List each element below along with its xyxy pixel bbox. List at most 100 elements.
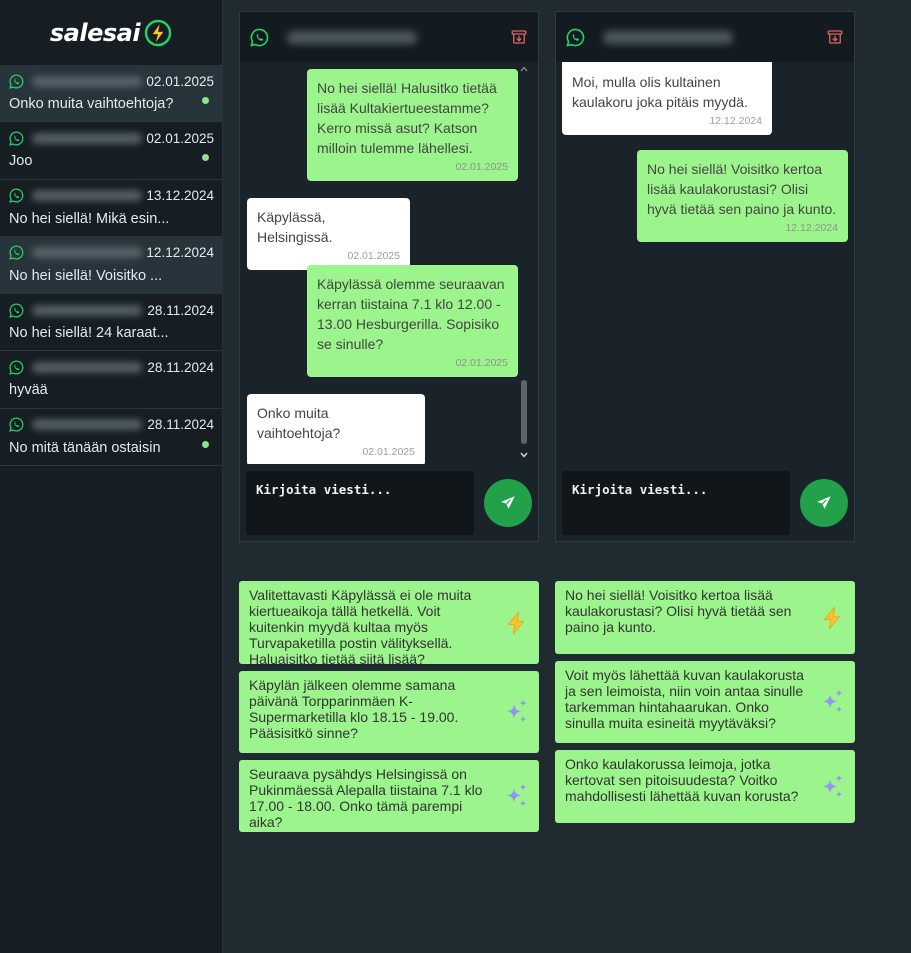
message-bubble: Onko muita vaihtoehtoja? 02.01.2025: [247, 394, 425, 464]
message-time: 02.01.2025: [347, 250, 400, 262]
sparkles-icon: [503, 698, 529, 726]
message-text: No hei siellä! Voisitko kertoa lisää kau…: [647, 161, 837, 217]
conversation-list: 02.01.2025 Onko muita vaihtoehtoja? 02.01.…: [0, 65, 222, 467]
whatsapp-icon: [9, 303, 24, 318]
lightning-icon: [819, 604, 845, 632]
conversation-item[interactable]: 13.12.2024 No hei siellä! Mikä esin...: [0, 180, 222, 237]
send-icon: [499, 494, 517, 512]
conversation-date: 02.01.2025: [146, 130, 214, 146]
suggestion-text: Valitettavasti Käpylässä ei ole muita ki…: [249, 587, 472, 667]
conversation-date: 28.11.2024: [147, 302, 214, 318]
suggestion-text: Voit myös lähettää kuvan kaulakorusta ja…: [565, 667, 804, 731]
contact-name-redacted: [32, 132, 142, 144]
conversation-header: 28.11.2024: [9, 415, 214, 435]
conversation-preview: hyvää: [9, 382, 48, 399]
contact-name-redacted: [287, 30, 417, 44]
conversation-date: 13.12.2024: [146, 188, 214, 204]
conversation-date: 28.11.2024: [147, 417, 214, 433]
conversation-item[interactable]: 28.11.2024 No hei siellä! 24 karaat...: [0, 294, 222, 352]
chat-header: [240, 12, 538, 62]
suggestion-text: Onko kaulakorussa leimoja, jotka kertova…: [565, 756, 799, 804]
send-button[interactable]: [800, 479, 848, 527]
whatsapp-icon: [566, 28, 585, 47]
conversation-header: 28.11.2024: [9, 357, 214, 377]
message-list[interactable]: No hei siellä! Halusitko tietää lisää Ku…: [240, 62, 538, 464]
message-input[interactable]: Kirjoita viesti...: [562, 471, 790, 535]
conversation-header: 02.01.2025: [9, 128, 214, 148]
message-time: 02.01.2025: [455, 357, 508, 369]
message-bubble: Käpylässä olemme seuraavan kerran tiista…: [307, 265, 518, 377]
conversation-preview: Onko muita vaihtoehtoja?: [9, 96, 174, 112]
whatsapp-icon: [9, 188, 24, 203]
message-list[interactable]: Moi, mulla olis kultainen kaulakoru joka…: [556, 62, 854, 464]
whatsapp-icon: [9, 360, 24, 375]
ai-suggestion[interactable]: Voit myös lähettää kuvan kaulakorusta ja…: [555, 661, 855, 743]
message-text: No hei siellä! Halusitko tietää lisää Ku…: [317, 80, 497, 156]
chat-scrollbar[interactable]: [520, 66, 528, 458]
conversation-item[interactable]: 02.01.2025 Joo: [0, 122, 222, 180]
message-bubble: No hei siellä! Halusitko tietää lisää Ku…: [307, 69, 518, 181]
whatsapp-icon: [9, 245, 24, 260]
conversation-date: 28.11.2024: [147, 359, 214, 375]
conversation-item[interactable]: 28.11.2024 No mitä tänään ostaisin: [0, 409, 222, 467]
conversation-preview: No hei siellä! 24 karaat...: [9, 325, 169, 342]
app-name: salesai: [49, 18, 141, 47]
message-time: 12.12.2024: [709, 115, 762, 127]
unread-dot: [202, 97, 209, 104]
message-input[interactable]: Kirjoita viesti...: [246, 471, 474, 535]
whatsapp-icon: [250, 28, 269, 47]
conversation-preview: No hei siellä! Voisitko ...: [9, 267, 163, 284]
scroll-thumb[interactable]: [521, 380, 527, 444]
conversation-item[interactable]: 02.01.2025 Onko muita vaihtoehtoja?: [0, 65, 222, 123]
conversation-sidebar: salesai 02.01.2025 Onko muita vaihtoehtoj…: [0, 0, 223, 953]
ai-suggestion[interactable]: No hei siellä! Voisitko kertoa lisää kau…: [555, 581, 855, 654]
conversation-preview: Joo: [9, 153, 33, 170]
conversation-item[interactable]: 28.11.2024 hyvää: [0, 351, 222, 409]
conversation-date: 12.12.2024: [146, 245, 214, 261]
archive-icon[interactable]: [510, 28, 528, 46]
whatsapp-icon: [9, 417, 24, 432]
ai-suggestion[interactable]: Käpylän jälkeen olemme samana päivänä To…: [239, 671, 539, 753]
unread-dot: [202, 440, 209, 448]
suggestion-text: No hei siellä! Voisitko kertoa lisää kau…: [565, 587, 792, 635]
scroll-down-arrow-icon[interactable]: [520, 452, 528, 458]
message-bubble: No hei siellä! Voisitko kertoa lisää kau…: [637, 150, 848, 242]
send-icon: [815, 494, 833, 512]
conversation-header: 13.12.2024: [9, 186, 214, 206]
message-time: 02.01.2025: [362, 446, 415, 458]
ai-suggestion[interactable]: Seuraava pysähdys Helsingissä on Pukinmä…: [239, 760, 539, 832]
contact-name-redacted: [32, 304, 142, 316]
send-button[interactable]: [484, 479, 532, 527]
conversation-header: 12.12.2024: [9, 243, 214, 263]
conversation-item[interactable]: 12.12.2024 No hei siellä! Voisitko ...: [0, 236, 222, 295]
message-text: Käpylässä, Helsingissä.: [257, 209, 333, 245]
message-time: 02.01.2025: [455, 161, 508, 173]
chat-panel-1: No hei siellä! Halusitko tietää lisää Ku…: [239, 11, 539, 542]
whatsapp-icon: [9, 131, 24, 146]
lightning-logo-icon: [144, 19, 172, 46]
lightning-icon: [503, 609, 529, 637]
ai-suggestion[interactable]: Onko kaulakorussa leimoja, jotka kertova…: [555, 750, 855, 823]
conversation-header: 28.11.2024: [9, 300, 214, 320]
message-bubble: Moi, mulla olis kultainen kaulakoru joka…: [562, 62, 772, 135]
message-text: Moi, mulla olis kultainen kaulakoru joka…: [572, 74, 748, 110]
chat-header: [556, 12, 854, 62]
contact-name-redacted: [32, 247, 142, 259]
conversation-header: 02.01.2025: [9, 71, 214, 91]
message-text: Onko muita vaihtoehtoja?: [257, 405, 341, 441]
contact-name-redacted: [603, 30, 733, 44]
app-logo: salesai: [0, 0, 222, 65]
conversation-date: 02.01.2025: [146, 73, 214, 89]
contact-name-redacted: [32, 75, 142, 87]
ai-suggestion[interactable]: Valitettavasti Käpylässä ei ole muita ki…: [239, 581, 539, 667]
scroll-up-arrow-icon[interactable]: [520, 66, 528, 72]
suggestion-text: Käpylän jälkeen olemme samana päivänä To…: [249, 677, 459, 741]
archive-icon[interactable]: [826, 28, 844, 46]
conversation-preview: No hei siellä! Mikä esin...: [9, 210, 170, 227]
message-bubble: Käpylässä, Helsingissä. 02.01.2025: [247, 198, 410, 270]
unread-dot: [202, 154, 209, 162]
sparkles-icon: [819, 773, 845, 801]
conversation-preview: No mitä tänään ostaisin: [9, 439, 161, 456]
sparkles-icon: [819, 688, 845, 716]
contact-name-redacted: [32, 190, 142, 202]
